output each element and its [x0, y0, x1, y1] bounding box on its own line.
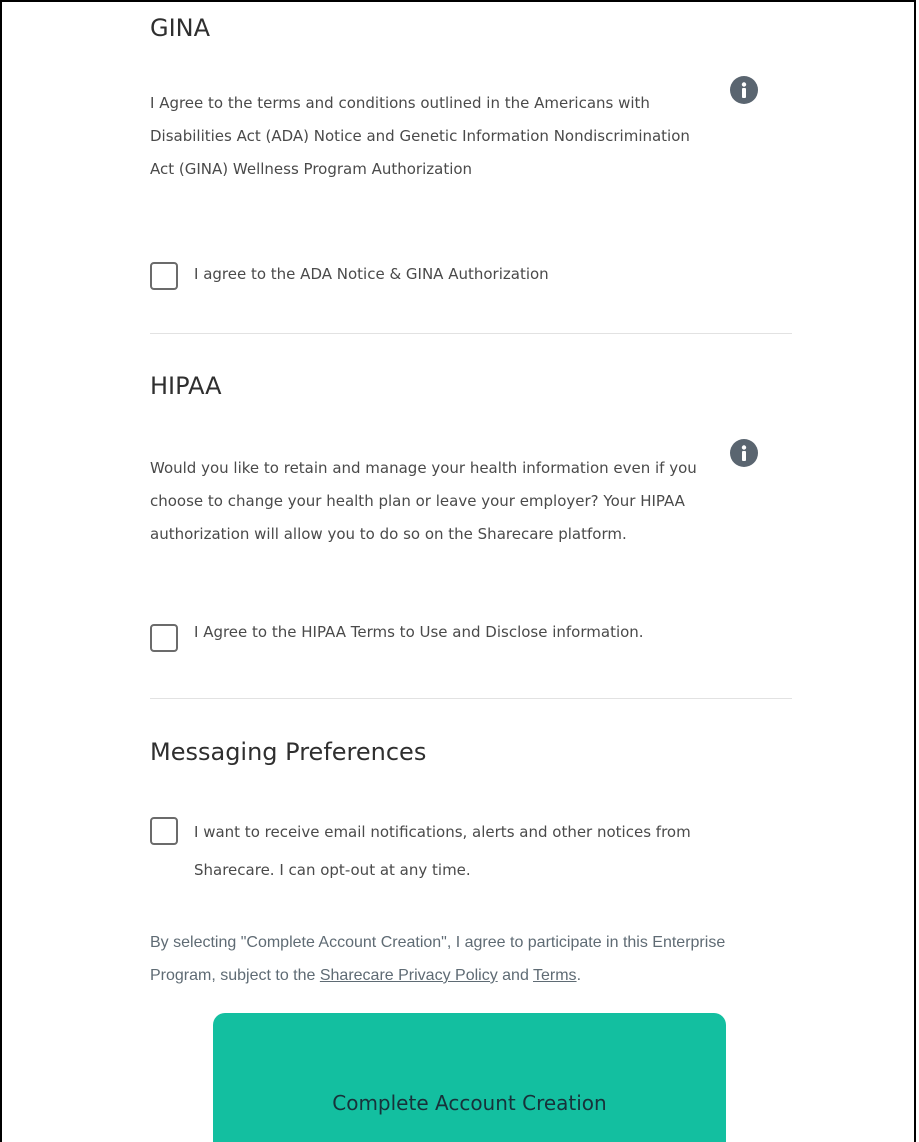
- consent-panel: GINA I Agree to the terms and conditions…: [0, 0, 916, 1142]
- section-divider: [150, 333, 792, 334]
- messaging-checkbox[interactable]: [150, 817, 178, 845]
- complete-account-creation-button[interactable]: Complete Account Creation: [213, 1013, 726, 1142]
- gina-checkbox[interactable]: [150, 262, 178, 290]
- info-glyph-icon: [741, 445, 747, 461]
- hipaa-checkbox-label[interactable]: I Agree to the HIPAA Terms to Use and Di…: [194, 623, 664, 641]
- hipaa-title: HIPAA: [150, 372, 222, 400]
- hipaa-consent-row[interactable]: I Agree to the HIPAA Terms to Use and Di…: [150, 623, 664, 652]
- terms-link[interactable]: Terms: [533, 967, 577, 984]
- hipaa-checkbox[interactable]: [150, 624, 178, 652]
- legal-suffix: .: [576, 967, 582, 984]
- gina-description: I Agree to the terms and conditions outl…: [150, 94, 690, 178]
- hipaa-info-icon[interactable]: [730, 439, 758, 467]
- hipaa-description: Would you like to retain and manage your…: [150, 459, 697, 543]
- messaging-title: Messaging Preferences: [150, 738, 427, 766]
- section-divider: [150, 698, 792, 699]
- messaging-checkbox-label[interactable]: I want to receive email notifications, a…: [194, 813, 694, 889]
- gina-info-icon[interactable]: [730, 76, 758, 104]
- messaging-consent-row[interactable]: I want to receive email notifications, a…: [150, 817, 694, 889]
- gina-checkbox-label[interactable]: I agree to the ADA Notice & GINA Authori…: [194, 262, 549, 286]
- gina-title: GINA: [150, 14, 211, 42]
- legal-notice: By selecting "Complete Account Creation"…: [150, 926, 792, 992]
- gina-consent-row[interactable]: I agree to the ADA Notice & GINA Authori…: [150, 262, 549, 290]
- privacy-policy-link[interactable]: Sharecare Privacy Policy: [320, 967, 498, 984]
- legal-middle: and: [497, 967, 533, 984]
- info-glyph-icon: [741, 82, 747, 98]
